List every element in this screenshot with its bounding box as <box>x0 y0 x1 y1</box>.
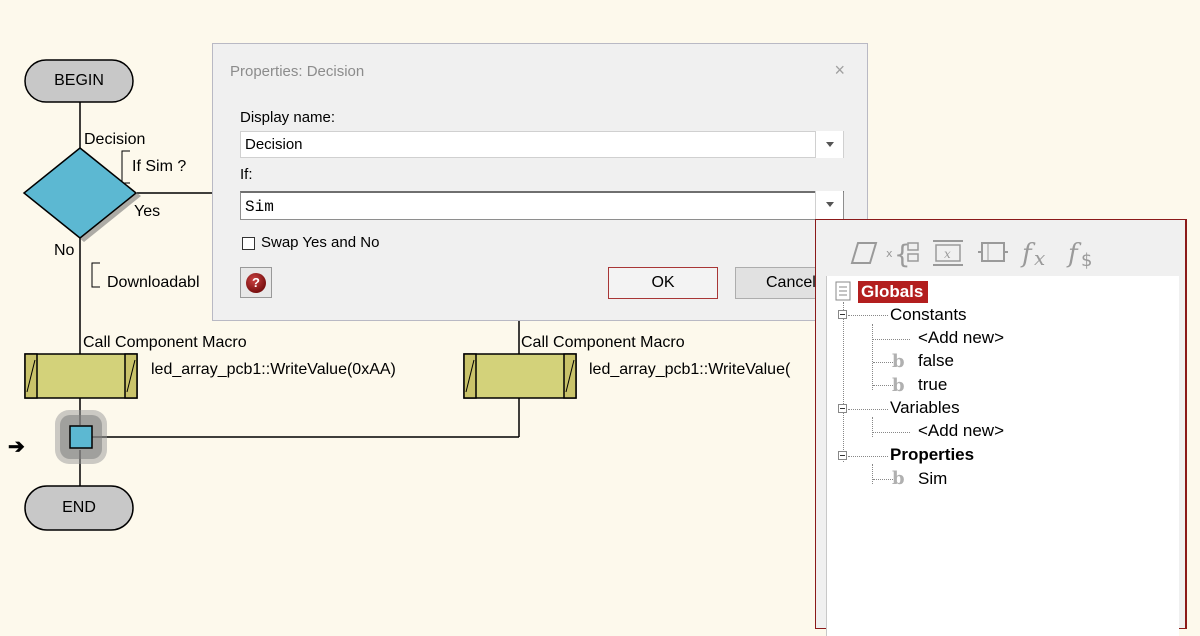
collapse-variables-icon[interactable] <box>838 404 847 413</box>
fs-icon[interactable]: f $ <box>1066 235 1102 269</box>
help-button[interactable]: ? <box>240 267 272 298</box>
swap-yes-no-label[interactable]: Swap Yes and No <box>261 234 379 251</box>
macro-left-title: Call Component Macro <box>83 334 247 351</box>
no-label: No <box>54 242 75 259</box>
parallelogram-icon[interactable] <box>844 235 878 269</box>
tree-node-globals[interactable]: Globals <box>858 281 928 303</box>
if-expression-combo[interactable]: Sim <box>240 191 844 220</box>
help-icon: ? <box>246 273 266 293</box>
svg-text:x: x <box>1034 246 1045 269</box>
display-name-combo[interactable]: Decision <box>240 131 844 158</box>
properties-dialog: Properties: Decision × Display name: Dec… <box>212 43 868 321</box>
chevron-down-icon[interactable] <box>815 131 843 158</box>
tree-node-variables[interactable]: Variables <box>890 398 960 418</box>
fx-icon[interactable]: f x <box>1020 235 1056 269</box>
display-name-label: Display name: <box>240 109 336 126</box>
junction-node <box>69 425 93 449</box>
macro-left-call[interactable]: led_array_pcb1::WriteValue(0xAA) <box>151 361 396 379</box>
tree-node-true[interactable]: true <box>918 375 947 395</box>
svg-text:$: $ <box>1081 250 1092 269</box>
tree-node-constants-add-new[interactable]: <Add new> <box>918 328 1004 348</box>
decision-diamond <box>22 147 138 239</box>
current-step-arrow-icon: ➔ <box>8 436 25 458</box>
expression-icon[interactable]: x <box>930 235 966 269</box>
decision-condition: If Sim ? <box>132 158 187 175</box>
boolean-icon: b <box>892 351 905 372</box>
dialog-title: Properties: Decision <box>230 63 365 80</box>
display-name-value[interactable]: Decision <box>245 136 303 153</box>
if-expression-value[interactable]: Sim <box>245 198 274 216</box>
component-icon[interactable] <box>976 235 1010 269</box>
collapse-constants-icon[interactable] <box>838 310 847 319</box>
tree-node-constants[interactable]: Constants <box>890 305 967 325</box>
macro-right-call[interactable]: led_array_pcb1::WriteValue( <box>589 361 790 379</box>
svg-text:x: x <box>944 247 951 261</box>
boolean-icon: b <box>892 375 905 396</box>
tree-node-false[interactable]: false <box>918 351 954 371</box>
tree-node-sim[interactable]: Sim <box>918 469 947 489</box>
boolean-icon: b <box>892 468 905 489</box>
decision-title: Decision <box>84 131 146 148</box>
globals-node-icon <box>835 281 851 301</box>
chevron-down-icon[interactable] <box>815 191 843 220</box>
ok-button[interactable]: OK <box>608 267 718 299</box>
macro-block-right <box>463 353 577 399</box>
macro-right-title: Call Component Macro <box>521 334 685 351</box>
variable-brace-icon[interactable]: x { <box>886 235 922 269</box>
svg-text:x: x <box>886 247 893 260</box>
end-label[interactable]: END <box>25 499 133 517</box>
comment-text[interactable]: Downloadabl <box>107 274 200 292</box>
svg-text:f: f <box>1066 239 1082 269</box>
tree-node-variables-add-new[interactable]: <Add new> <box>918 421 1004 441</box>
macro-block-left <box>24 353 138 399</box>
begin-label[interactable]: BEGIN <box>25 72 133 90</box>
tree-node-properties[interactable]: Properties <box>890 445 974 465</box>
swap-yes-no-checkbox[interactable] <box>242 237 255 250</box>
if-label: If: <box>240 166 253 183</box>
close-icon[interactable]: × <box>834 60 845 81</box>
globals-panel: x { x f x f $ Globals Constants <Add new… <box>815 219 1187 636</box>
collapse-properties-icon[interactable] <box>838 451 847 460</box>
yes-label: Yes <box>134 203 161 220</box>
